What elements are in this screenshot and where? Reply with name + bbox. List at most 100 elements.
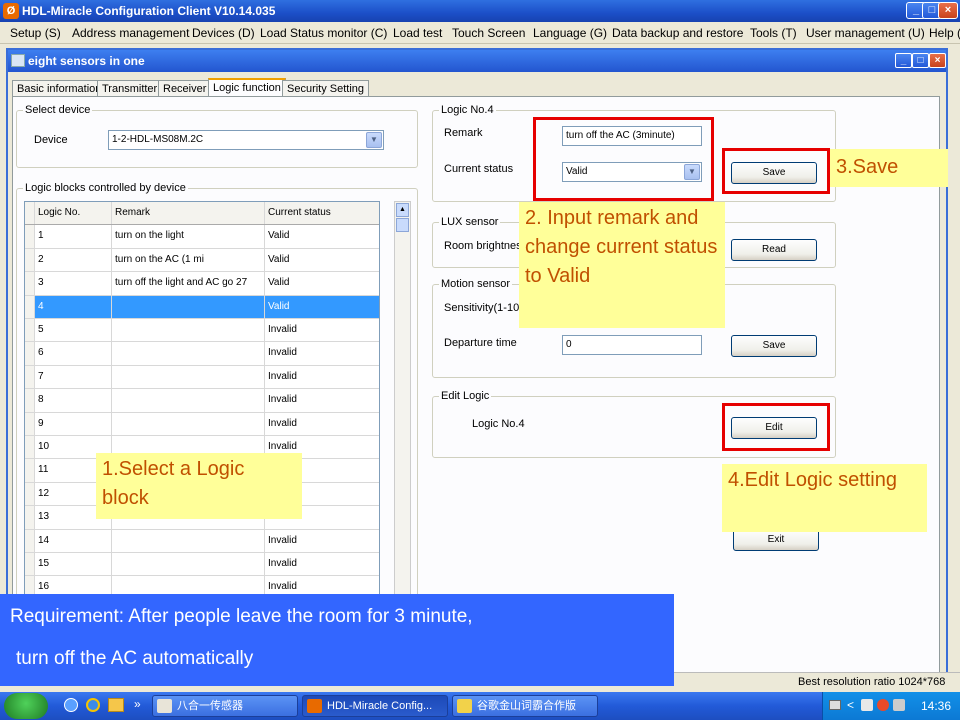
status-cell[interactable]: Invalid [265,530,379,552]
remark-cell[interactable] [112,319,265,342]
remark-cell[interactable] [112,553,265,576]
row-selector[interactable] [25,436,35,459]
row-selector[interactable] [25,365,35,389]
logic-number-cell[interactable]: 7 [35,365,112,389]
status-cell[interactable]: Invalid [265,389,379,411]
logic-number-cell[interactable]: 3 [35,272,112,295]
table-row[interactable]: 3 turn off the light and AC go 27 Valid [25,272,379,296]
row-selector[interactable] [25,295,35,318]
remark-cell[interactable] [112,412,265,435]
row-selector[interactable] [25,389,35,412]
table-row[interactable]: 8 Invalid [25,389,379,413]
table-row[interactable]: 5 Invalid [25,319,379,343]
row-selector[interactable] [25,319,35,342]
scroll-up-icon[interactable]: ▲ [396,203,409,217]
menu-load-test[interactable]: Load test [393,22,442,44]
menu-load-status-monitor[interactable]: Load Status monitor (C) [260,22,387,44]
child-minimize-button[interactable]: _ [895,53,912,68]
table-row[interactable]: 6 Invalid [25,342,379,366]
tab-transmitter[interactable]: Transmitter [97,80,163,97]
status-cell[interactable]: Invalid [265,553,379,575]
column-header[interactable]: Remark [112,202,265,225]
status-cell[interactable]: Valid [265,225,379,247]
status-cell[interactable]: Invalid [265,342,379,364]
table-row[interactable]: 4 Valid [25,295,379,319]
remark-cell[interactable]: turn on the light [112,225,265,248]
network-icon[interactable] [861,699,873,711]
table-row[interactable]: 15 Invalid [25,553,379,577]
table-row[interactable]: 9 Invalid [25,412,379,436]
app-close-button[interactable]: × [938,2,958,19]
departure-time-input[interactable]: 0 [562,335,702,355]
status-cell[interactable]: Valid [265,249,379,271]
logic-number-cell[interactable]: 8 [35,389,112,412]
volume-icon[interactable] [893,699,905,711]
remark-cell[interactable] [112,342,265,365]
folder-icon[interactable] [108,698,124,712]
taskbar-item-hdl[interactable]: HDL-Miracle Config... [302,695,448,717]
taskbar-item-dictionary[interactable]: 谷歌金山词霸合作版 [452,695,598,717]
remark-cell[interactable]: turn off the light and AC go 27 [112,272,265,295]
menu-devices[interactable]: Devices (D) [192,22,255,44]
tab-security-setting[interactable]: Security Setting [282,80,370,97]
row-header-corner[interactable] [25,202,35,225]
column-header[interactable]: Current status [265,202,379,224]
status-cell[interactable]: Invalid [265,366,379,388]
motion-save-button[interactable]: Save [731,335,817,357]
menu-tools[interactable]: Tools (T) [750,22,797,44]
logic-number-cell[interactable]: 5 [35,319,112,342]
taskbar-item-sensor[interactable]: 八合一传感器 [152,695,298,717]
logic-number-cell[interactable]: 2 [35,248,112,272]
menu-data-backup[interactable]: Data backup and restore [612,22,743,44]
child-close-button[interactable]: × [929,53,946,68]
remark-cell[interactable]: turn on the AC (1 mi [112,248,265,272]
row-selector[interactable] [25,412,35,435]
remark-cell[interactable] [112,529,265,552]
menu-help[interactable]: Help ( [929,22,960,44]
status-cell[interactable]: Invalid [265,413,379,435]
menu-touch-screen[interactable]: Touch Screen [452,22,525,44]
table-scrollbar[interactable]: ▲ [394,201,411,601]
keyboard-icon[interactable] [829,700,841,710]
menu-setup[interactable]: Setup (S) [10,22,61,44]
chevron-down-icon[interactable]: ▼ [366,132,382,148]
table-row[interactable]: 1 turn on the light Valid [25,225,379,249]
status-cell[interactable]: Valid [265,295,379,318]
remark-cell[interactable] [112,295,265,318]
row-selector[interactable] [25,529,35,552]
menu-address-management[interactable]: Address management [72,22,189,44]
row-selector[interactable] [25,482,35,506]
quicklaunch-overflow-icon[interactable]: » [134,697,141,711]
menu-user-management[interactable]: User management (U) [806,22,925,44]
row-selector[interactable] [25,459,35,482]
show-desktop-icon[interactable] [64,698,78,712]
logic-number-cell[interactable]: 4 [35,295,112,318]
exit-button[interactable]: Exit [733,529,819,551]
security-alert-icon[interactable] [877,699,889,711]
logic-number-cell[interactable]: 14 [35,529,112,552]
scroll-thumb[interactable] [396,218,409,232]
logic-number-cell[interactable]: 6 [35,342,112,365]
status-cell[interactable]: Invalid [265,319,379,341]
row-selector[interactable] [25,553,35,576]
table-row[interactable]: 7 Invalid [25,365,379,390]
read-button[interactable]: Read [731,239,817,261]
table-row[interactable]: 14 Invalid [25,529,379,553]
remark-cell[interactable] [112,365,265,389]
menu-language[interactable]: Language (G) [533,22,607,44]
logic-number-cell[interactable]: 9 [35,412,112,435]
device-select[interactable]: 1-2-HDL-MS08M.2C ▼ [108,130,384,150]
start-button[interactable] [4,693,48,719]
tray-chevron-icon[interactable]: < [847,698,854,712]
row-selector[interactable] [25,506,35,529]
tab-logic-function[interactable]: Logic function [208,78,286,98]
row-selector[interactable] [25,225,35,248]
ie-icon[interactable] [86,698,100,712]
row-selector[interactable] [25,342,35,365]
row-selector[interactable] [25,248,35,272]
remark-cell[interactable] [112,389,265,412]
tab-basic-information[interactable]: Basic information [12,80,107,97]
row-selector[interactable] [25,272,35,295]
clock[interactable]: 14:36 [921,699,951,713]
logic-number-cell[interactable]: 15 [35,553,112,576]
